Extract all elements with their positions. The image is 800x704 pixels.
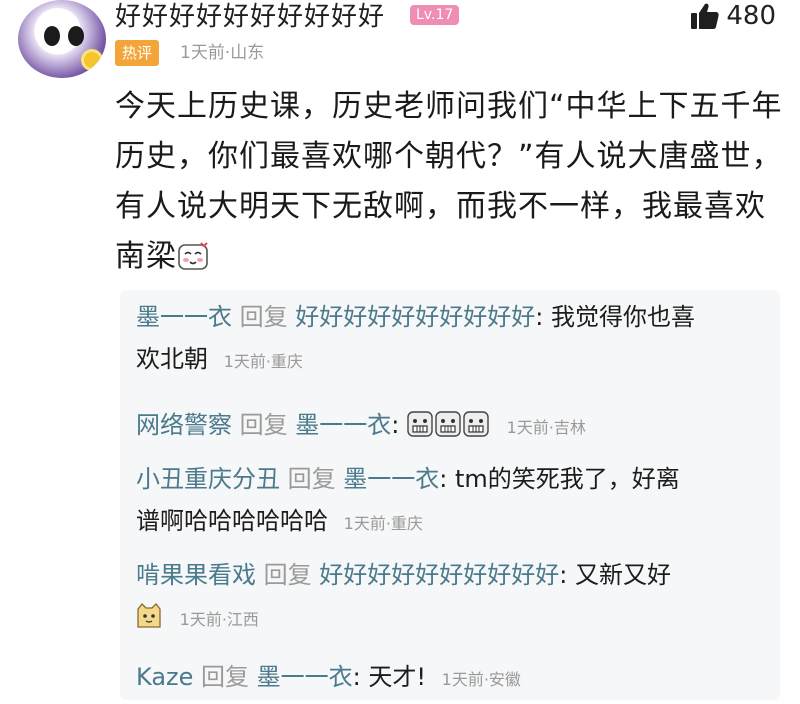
reply-author[interactable]: 墨一一衣 bbox=[136, 303, 232, 331]
like-button[interactable]: 480 bbox=[690, 2, 776, 30]
reply-time: 1天前·吉林 bbox=[506, 418, 586, 437]
reply-text: : bbox=[391, 411, 400, 439]
reply-item[interactable]: 啃果果看戏 回复 好好好好好好好好好好: 又新又好 1天前·江西 bbox=[136, 554, 766, 641]
reply-author[interactable]: 网络警察 bbox=[136, 411, 232, 439]
reply-action: 回复 bbox=[287, 465, 336, 493]
reply-action: 回复 bbox=[263, 561, 312, 589]
thumbs-up-icon bbox=[691, 3, 719, 29]
comment-meta: 1天前·山东 bbox=[180, 42, 264, 64]
reply-author[interactable]: 小丑重庆分丑 bbox=[136, 465, 280, 493]
reply-action: 回复 bbox=[239, 411, 288, 439]
avatar-eye-left bbox=[44, 26, 60, 46]
reply-text: 欢北朝 bbox=[136, 345, 208, 373]
reply-author[interactable]: 啃果果看戏 bbox=[136, 561, 256, 589]
comment-line: 有人说大明天下无敌啊，而我不一样，我最喜欢 bbox=[115, 189, 766, 224]
reply-target[interactable]: 墨一一衣 bbox=[257, 663, 353, 691]
reply-time: 1天前·重庆 bbox=[343, 514, 423, 533]
reply-target[interactable]: 好好好好好好好好好好 bbox=[319, 561, 559, 589]
comment-line-text: 南梁 bbox=[115, 239, 177, 274]
reply-time: 1天前·安徽 bbox=[441, 670, 521, 689]
avatar[interactable] bbox=[18, 0, 106, 78]
level-badge: Lv.17 bbox=[410, 5, 460, 25]
replies-panel: 墨一一衣 回复 好好好好好好好好好好: 我觉得你也喜 欢北朝 1天前·重庆 网络… bbox=[120, 290, 780, 700]
reply-item[interactable]: Kaze 回复 墨一一衣: 天才! 1天前·安徽 bbox=[136, 656, 766, 701]
reply-author[interactable]: Kaze bbox=[136, 663, 193, 691]
comment-body: 今天上历史课，历史老师问我们“中华上下五千年 历史，你们最喜欢哪个朝代？”有人说… bbox=[115, 82, 785, 282]
blush-face-icon bbox=[178, 241, 208, 270]
username[interactable]: 好好好好好好好好好好 bbox=[115, 2, 385, 32]
reply-time: 1天前·重庆 bbox=[223, 352, 303, 371]
comment-location: 山东 bbox=[230, 43, 265, 63]
hot-comment-badge: 热评 bbox=[115, 40, 160, 66]
reply-time: 1天前·江西 bbox=[179, 610, 259, 629]
reply-item[interactable]: 墨一一衣 回复 好好好好好好好好好好: 我觉得你也喜 欢北朝 1天前·重庆 bbox=[136, 296, 766, 383]
reply-item[interactable]: 网络警察 回复 墨一一衣: 1天前·吉林 bbox=[136, 404, 766, 449]
grimace-face-icon bbox=[435, 411, 461, 437]
comment-line: 今天上历史课，历史老师问我们“中华上下五千年 bbox=[115, 89, 783, 124]
grimace-face-icon bbox=[407, 411, 433, 437]
reply-text: : 又新又好 bbox=[559, 561, 671, 589]
cat-face-icon bbox=[137, 603, 161, 628]
reply-text: 谱啊哈哈哈哈哈哈 bbox=[136, 507, 328, 535]
reply-target[interactable]: 好好好好好好好好好好 bbox=[295, 303, 535, 331]
comment-line: 历史，你们最喜欢哪个朝代？”有人说大唐盛世， bbox=[115, 139, 783, 174]
reply-target[interactable]: 墨一一衣 bbox=[295, 411, 391, 439]
reply-item[interactable]: 小丑重庆分丑 回复 墨一一衣: tm的笑死我了，好离 谱啊哈哈哈哈哈哈 1天前·… bbox=[136, 458, 766, 545]
avatar-sun-decor bbox=[84, 52, 100, 68]
reply-target[interactable]: 墨一一衣 bbox=[343, 465, 439, 493]
reply-text: : 天才! bbox=[352, 663, 427, 691]
grimace-face-icon bbox=[463, 411, 489, 437]
reply-action: 回复 bbox=[201, 663, 250, 691]
reply-action: 回复 bbox=[239, 303, 288, 331]
comment-time: 1天前 bbox=[180, 43, 225, 63]
reply-text: : tm的笑死我了，好离 bbox=[439, 465, 680, 493]
comment-line-last: 南梁 bbox=[115, 232, 785, 282]
like-count: 480 bbox=[726, 1, 776, 31]
avatar-eye-right bbox=[68, 26, 84, 46]
reply-text: : 我觉得你也喜 bbox=[535, 303, 695, 331]
